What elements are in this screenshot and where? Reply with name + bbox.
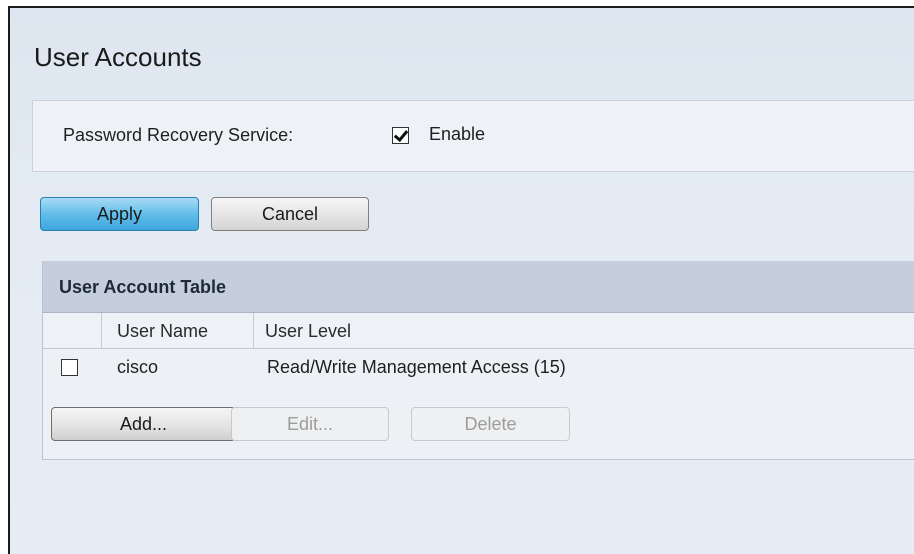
column-header-user-name: User Name [117,321,209,341]
content-frame: User Accounts Password Recovery Service:… [8,6,914,554]
edit-user-button[interactable]: Edit... [231,407,389,441]
cell-user-level: Read/Write Management Access (15) [267,357,566,377]
cell-user-name: cisco [117,357,159,377]
table-column-header-row: User Name User Level [43,313,914,349]
column-header-user-level: User Level [265,321,352,341]
column-separator [253,313,254,349]
delete-user-button[interactable]: Delete [411,407,570,441]
row-select-checkbox[interactable] [61,359,78,376]
column-separator [101,313,102,349]
table-title-bar: User Account Table [43,261,914,313]
enable-label: Enable [429,124,486,144]
user-account-table: User Account Table User Name User Level … [42,261,914,460]
password-recovery-label: Password Recovery Service: [63,125,294,145]
add-user-button[interactable]: Add... [51,407,236,441]
password-recovery-enable-checkbox[interactable] [392,127,409,144]
page-title: User Accounts [34,42,202,72]
table-row[interactable]: cisco Read/Write Management Access (15) [43,349,914,385]
cancel-button[interactable]: Cancel [211,197,369,231]
apply-button[interactable]: Apply [40,197,199,231]
table-title: User Account Table [59,277,227,297]
